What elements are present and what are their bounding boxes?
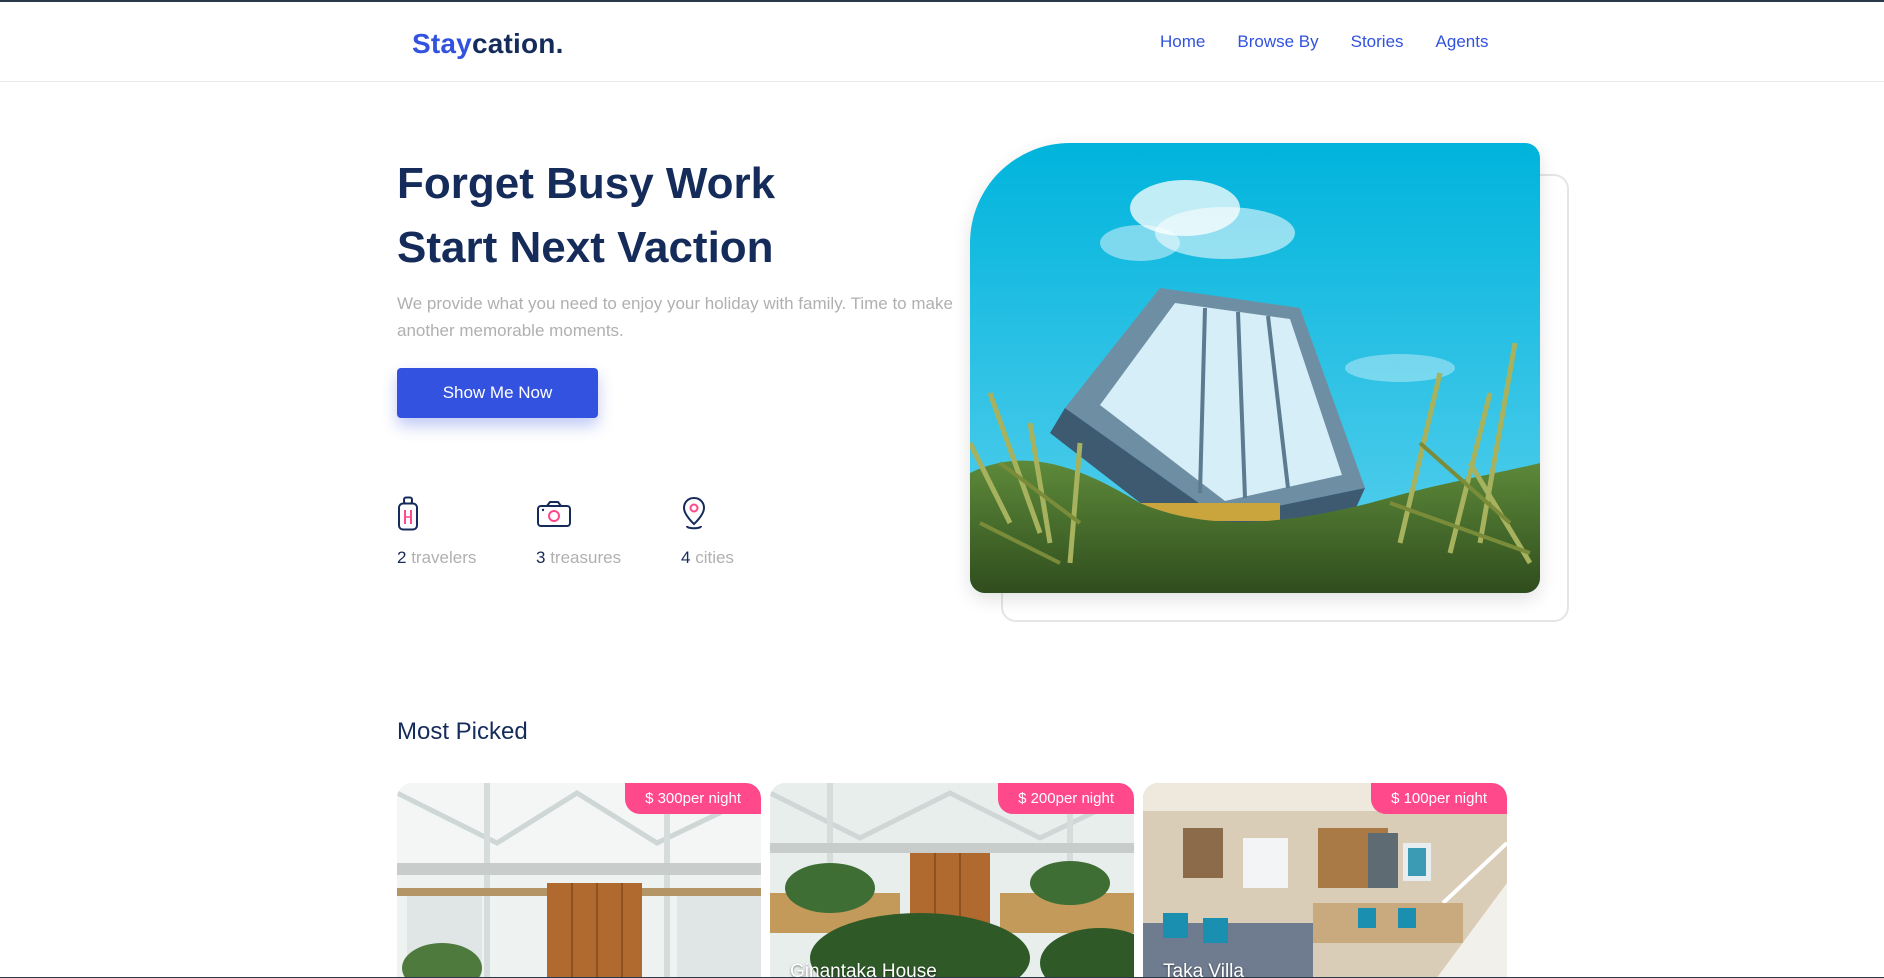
price-tag: $ 100per night [1371,783,1507,814]
brand-logo-accent: Stay [412,28,472,59]
price-tag: $ 200per night [998,783,1134,814]
stat-treasures-value: 3 [536,548,546,567]
hero-title: Forget Busy Work Start Next Vaction [397,152,775,280]
hero-title-line-1: Forget Busy Work [397,159,776,208]
property-card[interactable]: $ 300per night [397,783,761,978]
show-me-now-button[interactable]: Show Me Now [397,368,598,418]
nav-link-home[interactable]: Home [1160,32,1205,52]
hero-stats: 2 travelers 3 treasures 4 cities [397,496,801,568]
property-name: Taka Villa [1163,961,1244,978]
stat-cities-value: 4 [681,548,691,567]
hero-title-line-2: Start Next Vaction [397,223,774,272]
property-name: Ginantaka House [790,961,937,978]
stat-cities-text: 4 cities [681,548,801,568]
stat-travelers-label: travelers [411,548,477,567]
nav-link-agents[interactable]: Agents [1436,32,1489,52]
stat-treasures: 3 treasures [536,496,681,568]
hero-description: We provide what you need to enjoy your h… [397,294,953,340]
page: Staycation. Home Browse By Stories Agent… [0,0,1884,978]
stat-cities-label: cities [695,548,734,567]
property-card[interactable]: $ 200per night Ginantaka House [770,783,1134,978]
price-tag: $ 300per night [625,783,761,814]
hero-image-illustration [970,143,1540,593]
camera-icon [537,501,571,527]
stat-treasures-text: 3 treasures [536,548,681,568]
nav-link-stories[interactable]: Stories [1351,32,1404,52]
navbar: Staycation. Home Browse By Stories Agent… [0,2,1884,82]
stat-travelers: 2 travelers [397,496,536,568]
stat-travelers-value: 2 [397,548,407,567]
map-pin-icon [682,496,706,530]
suitcase-icon [398,496,418,531]
stat-travelers-text: 2 travelers [397,548,536,568]
stat-treasures-label: treasures [550,548,622,567]
brand-logo-rest: cation. [471,28,564,59]
hero-image [970,143,1540,593]
most-picked-title: Most Picked [397,718,528,745]
main-nav: Home Browse By Stories Agents [1160,32,1488,52]
property-card[interactable]: $ 100per night Taka Villa [1143,783,1507,978]
nav-link-browse-by[interactable]: Browse By [1237,32,1318,52]
stat-cities: 4 cities [681,496,801,568]
brand-logo[interactable]: Staycation. [412,28,564,60]
